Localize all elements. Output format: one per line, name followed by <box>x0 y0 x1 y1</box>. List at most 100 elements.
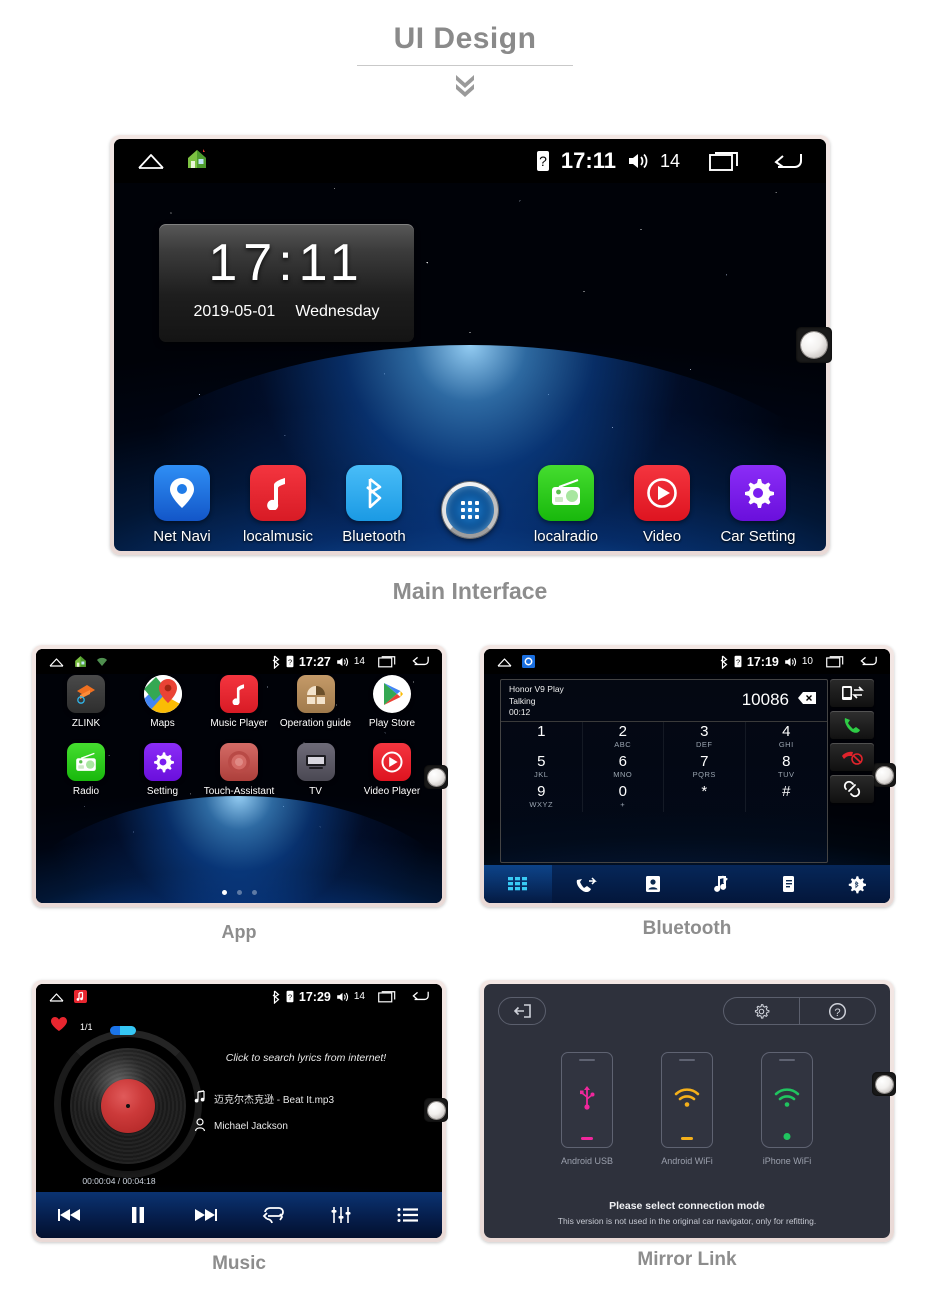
mirror-settings-button[interactable] <box>723 997 799 1025</box>
app-item-zlink[interactable]: ZLINK <box>50 675 122 729</box>
dock-item-localradio[interactable]: localradio <box>522 465 610 545</box>
main-interface-device: ? 17:11 14 17:11 2019-05-01 Wednesday Ne… <box>110 135 832 555</box>
nav-dialpad[interactable] <box>484 865 552 903</box>
mirror-link-device: ? Android USB Android WiFi iPhone WiFi P… <box>480 980 896 1242</box>
dialpad-key[interactable]: 3 DEF <box>664 722 746 752</box>
home-icon[interactable] <box>496 656 513 668</box>
page-dot[interactable] <box>221 890 227 895</box>
dialpad-key[interactable]: 2 ABC <box>583 722 664 752</box>
clock-widget[interactable]: 17:11 2019-05-01 Wednesday <box>159 224 414 342</box>
album-art[interactable] <box>54 1026 202 1178</box>
heart-icon[interactable] <box>50 1016 68 1037</box>
progress-thumb[interactable] <box>110 1026 136 1035</box>
recents-icon[interactable] <box>826 655 844 668</box>
nav-bt-music[interactable] <box>687 865 755 903</box>
bt-phone-notification-icon[interactable] <box>522 655 535 668</box>
music-notification-icon[interactable] <box>74 990 87 1003</box>
gear-icon <box>143 743 182 781</box>
app-item-radio[interactable]: Radio <box>50 743 122 797</box>
mirror-link-screen[interactable]: ? Android USB Android WiFi iPhone WiFi P… <box>484 984 890 1238</box>
lyrics-hint[interactable]: Click to search lyrics from internet! <box>186 1052 426 1064</box>
dialpad-key[interactable]: # <box>746 782 828 812</box>
nav-call-history[interactable] <box>552 865 620 903</box>
track-title-row: 迈克尔杰克逊 - Beat It.mp3 <box>194 1090 334 1107</box>
dialpad-key[interactable]: 0 + <box>583 782 664 812</box>
dock-item-bluetooth[interactable]: Bluetooth <box>330 465 418 545</box>
volume-icon[interactable] <box>784 656 797 668</box>
call-answer-button[interactable] <box>830 711 874 739</box>
home-icon[interactable] <box>136 151 166 171</box>
volume-icon[interactable] <box>336 656 349 668</box>
help-button[interactable]: ? <box>800 997 876 1025</box>
dialpad-key[interactable]: 1 <box>501 722 583 752</box>
home-icon[interactable] <box>48 991 65 1003</box>
nav-phonebook-sync[interactable] <box>755 865 823 903</box>
repeat-button[interactable] <box>239 1206 307 1224</box>
app-screen[interactable]: ? 17:27 14 ZLINK Maps Music Player Opera… <box>36 649 442 903</box>
app-item-touch-assistant[interactable]: Touch-Assistant <box>203 743 275 797</box>
home-icon[interactable] <box>48 656 65 668</box>
back-arrow-icon[interactable] <box>411 990 430 1003</box>
favorite-row: 1/1 <box>50 1016 93 1037</box>
music-screen[interactable]: ? 17:29 14 1/1 Click to search lyrics fr… <box>36 984 442 1238</box>
house-app-icon[interactable] <box>186 148 208 175</box>
previous-track-button[interactable] <box>36 1207 104 1223</box>
dialpad-key[interactable]: 6 MNO <box>583 752 664 782</box>
dock-item-localmusic[interactable]: localmusic <box>234 465 322 545</box>
clock-date: 2019-05-01 <box>193 303 276 320</box>
volume-knob[interactable] <box>796 327 832 363</box>
dock-label: Car Setting <box>720 528 796 545</box>
volume-knob[interactable] <box>872 763 896 787</box>
app-screen-device: ? 17:27 14 ZLINK Maps Music Player Opera… <box>32 645 448 907</box>
recents-icon[interactable] <box>378 655 396 668</box>
dialpad-key[interactable]: 7 PQRS <box>664 752 746 782</box>
house-app-icon[interactable] <box>74 655 87 668</box>
nav-bluetooth-settings[interactable] <box>822 865 890 903</box>
google-maps-icon <box>143 675 182 713</box>
back-arrow-icon[interactable] <box>772 150 804 172</box>
dialpad-key[interactable]: * <box>664 782 746 812</box>
recents-icon[interactable] <box>709 150 739 172</box>
dialpad-key[interactable]: 8 TUV <box>746 752 828 782</box>
back-arrow-icon[interactable] <box>411 655 430 668</box>
key-letters: + <box>620 800 626 809</box>
dock-item-net-navi[interactable]: Net Navi <box>138 465 226 545</box>
recents-icon[interactable] <box>378 990 396 1003</box>
volume-knob[interactable] <box>424 1098 448 1122</box>
next-track-button[interactable] <box>171 1207 239 1223</box>
app-item-setting[interactable]: Setting <box>127 743 199 797</box>
page-dot[interactable] <box>251 890 257 895</box>
page-dot[interactable] <box>236 890 242 895</box>
mode-iphone-wifi[interactable]: iPhone WiFi <box>761 1052 813 1166</box>
volume-icon[interactable] <box>336 991 349 1003</box>
equalizer-button[interactable] <box>307 1206 375 1224</box>
bluetooth-screen[interactable]: ? 17:19 10 Honor V9 Play Talking 00:12 1… <box>484 649 890 903</box>
mode-android-wifi[interactable]: Android WiFi <box>661 1052 713 1166</box>
app-item-tv[interactable]: TV <box>280 743 352 797</box>
volume-icon[interactable] <box>627 151 649 171</box>
app-item-operation-guide[interactable]: Operation guide <box>280 675 352 729</box>
dialpad-key[interactable]: 4 GHI <box>746 722 828 752</box>
transfer-audio-button[interactable] <box>830 679 874 707</box>
dock-item-app-drawer[interactable] <box>426 482 514 545</box>
nav-contacts[interactable] <box>619 865 687 903</box>
link-button[interactable] <box>830 775 874 803</box>
backspace-icon[interactable] <box>797 691 817 710</box>
dialpad-key[interactable]: 5 JKL <box>501 752 583 782</box>
main-interface-screen[interactable]: ? 17:11 14 17:11 2019-05-01 Wednesday Ne… <box>114 139 826 551</box>
app-item-maps[interactable]: Maps <box>127 675 199 729</box>
playlist-button[interactable] <box>374 1207 442 1223</box>
app-item-music-player[interactable]: Music Player <box>203 675 275 729</box>
mode-android-usb[interactable]: Android USB <box>561 1052 613 1166</box>
back-arrow-icon[interactable] <box>859 655 878 668</box>
exit-button[interactable] <box>498 997 546 1025</box>
app-item-play-store[interactable]: Play Store <box>356 675 428 729</box>
dock-item-video[interactable]: Video <box>618 465 706 545</box>
dock-item-car-setting[interactable]: Car Setting <box>714 465 802 545</box>
call-end-button[interactable] <box>830 743 874 771</box>
dialpad-key[interactable]: 9 WXYZ <box>501 782 583 812</box>
app-item-video-player[interactable]: Video Player <box>356 743 428 797</box>
app-grid-row: ZLINK Maps Music Player Operation guide … <box>50 675 428 729</box>
svg-text:?: ? <box>288 992 292 1001</box>
pause-button[interactable] <box>104 1206 172 1224</box>
